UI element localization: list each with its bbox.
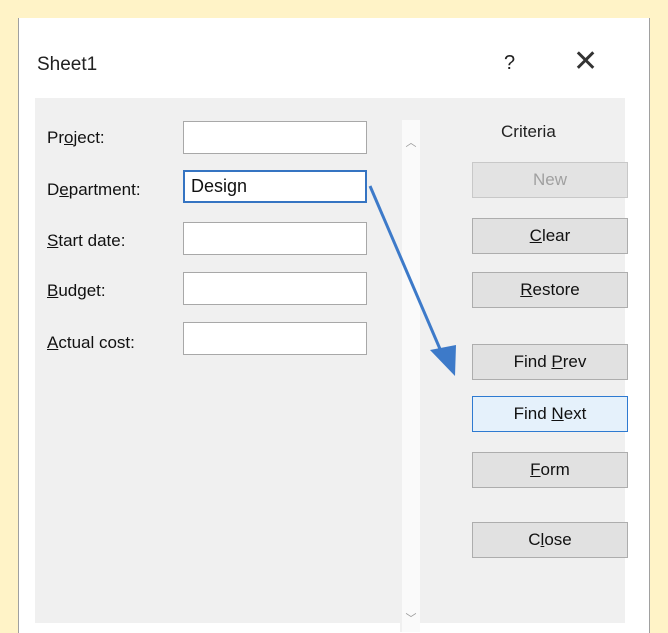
start-date-field[interactable] xyxy=(183,222,367,255)
criteria-label: Criteria xyxy=(501,122,556,141)
form-body: Project: Department: Start date: Budget:… xyxy=(35,98,628,632)
restore-button[interactable]: Restore xyxy=(472,272,628,308)
project-field[interactable] xyxy=(183,121,367,154)
record-scrollbar[interactable]: ︿ ﹀ xyxy=(400,120,420,632)
title-bar: Sheet1 ? ✕ xyxy=(19,18,649,98)
budget-field[interactable] xyxy=(183,272,367,305)
find-next-button[interactable]: Find Next xyxy=(472,396,628,432)
project-label: Project: xyxy=(47,128,105,147)
clear-button[interactable]: Clear xyxy=(472,218,628,254)
scroll-track[interactable] xyxy=(402,120,420,632)
help-button[interactable]: ? xyxy=(504,52,515,75)
budget-label: Budget: xyxy=(47,281,106,300)
find-prev-button[interactable]: Find Prev xyxy=(472,344,628,380)
dialog-title: Sheet1 xyxy=(37,54,98,75)
form-button[interactable]: Form xyxy=(472,452,628,488)
new-button[interactable]: New xyxy=(472,162,628,198)
scroll-up-icon[interactable]: ︿ xyxy=(402,134,420,150)
department-field[interactable] xyxy=(183,170,367,203)
actual-cost-label: Actual cost: xyxy=(47,333,135,352)
close-icon[interactable]: ✕ xyxy=(573,47,598,77)
close-button[interactable]: Close xyxy=(472,522,628,558)
sheet-data-form-dialog: Sheet1 ? ✕ Project: Department: Start da… xyxy=(18,18,650,633)
actual-cost-field[interactable] xyxy=(183,322,367,355)
department-label: Department: xyxy=(47,180,141,199)
scroll-down-icon[interactable]: ﹀ xyxy=(402,610,420,626)
start-date-label: Start date: xyxy=(47,231,126,250)
